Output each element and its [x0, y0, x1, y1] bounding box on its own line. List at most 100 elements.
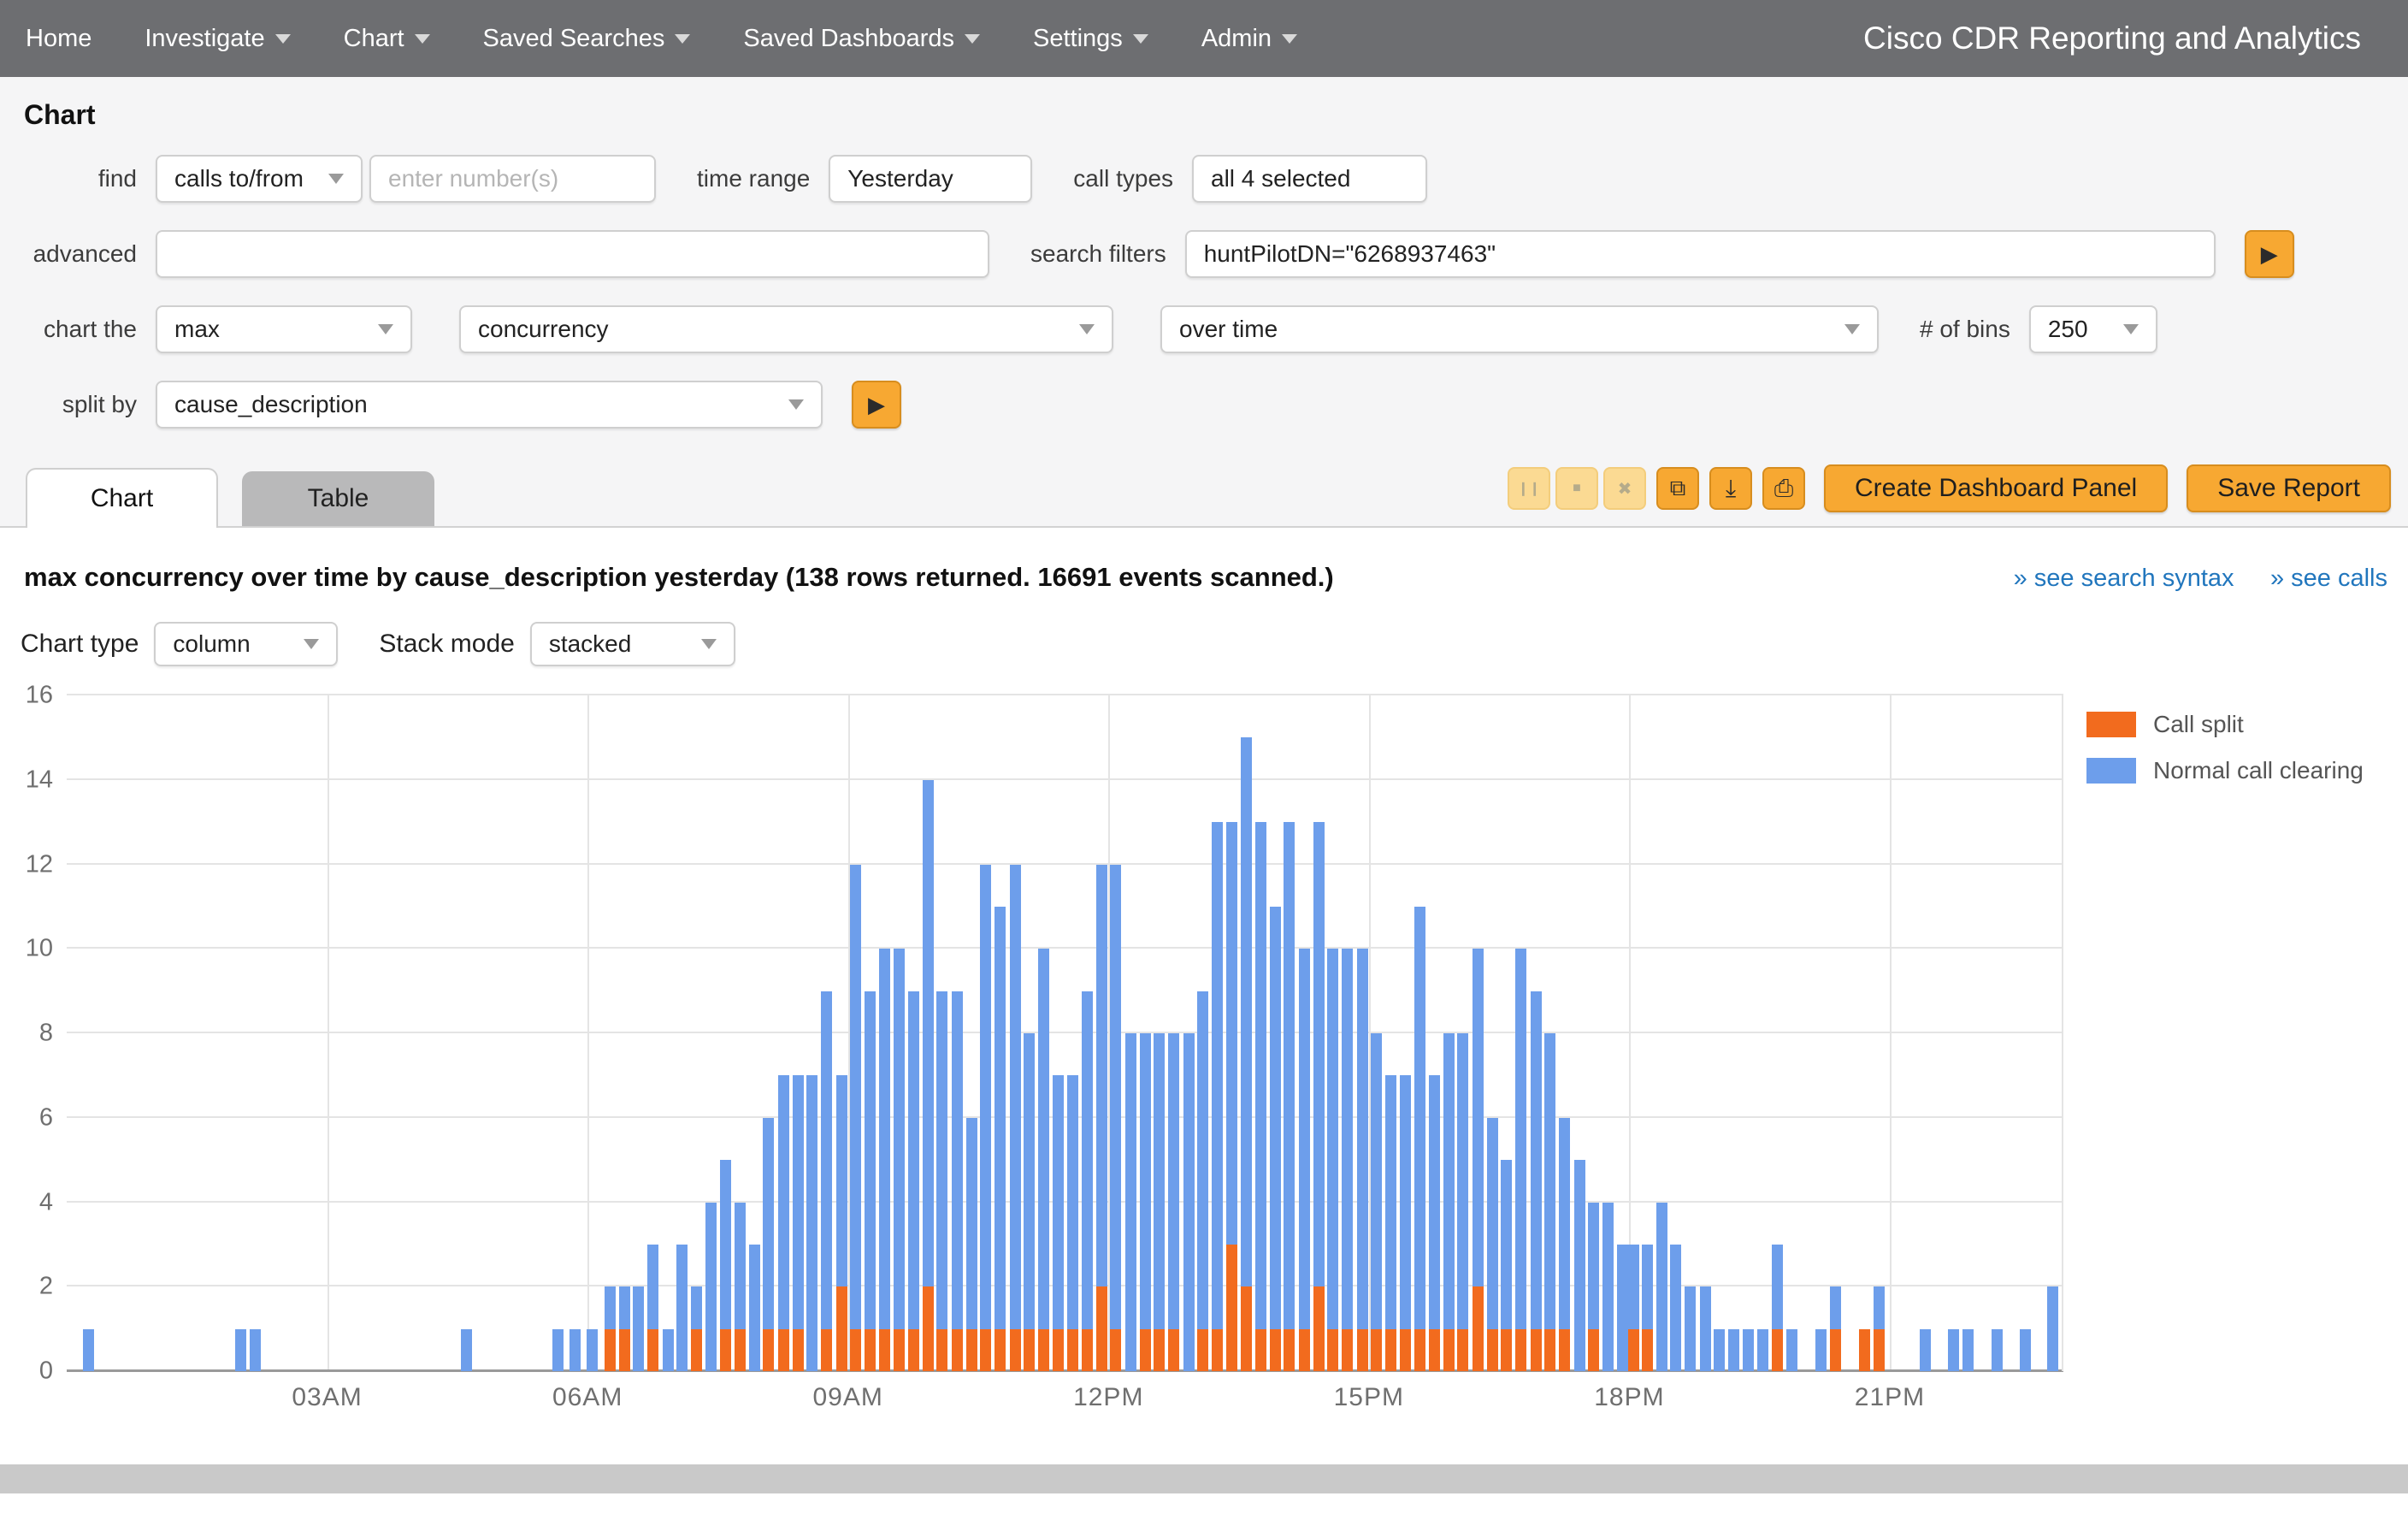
- bar-segment-normal-call-clearing[interactable]: [1656, 1203, 1667, 1372]
- bar-segment-call-split[interactable]: [1212, 1329, 1223, 1371]
- bar-segment-call-split[interactable]: [763, 1329, 774, 1371]
- chart-bar[interactable]: [461, 695, 472, 1371]
- chart-bar[interactable]: [1429, 695, 1440, 1371]
- chart-bar[interactable]: [749, 695, 760, 1371]
- chart-bar[interactable]: [836, 695, 847, 1371]
- bar-segment-normal-call-clearing[interactable]: [1574, 1160, 1585, 1371]
- bar-segment-normal-call-clearing[interactable]: [633, 1286, 644, 1371]
- apply-split-button[interactable]: ▶: [852, 381, 901, 429]
- chart-bar[interactable]: [2020, 695, 2031, 1371]
- bar-segment-normal-call-clearing[interactable]: [1642, 1245, 1653, 1329]
- bar-segment-normal-call-clearing[interactable]: [619, 1286, 630, 1328]
- bar-segment-normal-call-clearing[interactable]: [1067, 1075, 1078, 1328]
- chart-bar[interactable]: [1728, 695, 1739, 1371]
- chart-bar[interactable]: [952, 695, 963, 1371]
- bar-segment-call-split[interactable]: [1313, 1286, 1325, 1371]
- print-button[interactable]: ⎙: [1762, 467, 1805, 510]
- bar-segment-call-split[interactable]: [1357, 1329, 1368, 1371]
- chart-bar[interactable]: [1948, 695, 1959, 1371]
- bar-segment-normal-call-clearing[interactable]: [821, 991, 832, 1329]
- bar-segment-call-split[interactable]: [894, 1329, 905, 1371]
- bar-segment-call-split[interactable]: [1226, 1245, 1237, 1371]
- chart-bar[interactable]: [1053, 695, 1064, 1371]
- chart-bar[interactable]: [763, 695, 774, 1371]
- bar-segment-normal-call-clearing[interactable]: [552, 1329, 564, 1371]
- nav-item-settings[interactable]: Settings: [1033, 25, 1148, 53]
- bar-segment-normal-call-clearing[interactable]: [1299, 949, 1310, 1328]
- bar-segment-normal-call-clearing[interactable]: [676, 1245, 688, 1371]
- bar-segment-normal-call-clearing[interactable]: [1628, 1245, 1639, 1329]
- bar-segment-normal-call-clearing[interactable]: [605, 1286, 616, 1328]
- bar-segment-call-split[interactable]: [1385, 1329, 1396, 1371]
- bar-segment-normal-call-clearing[interactable]: [1140, 1033, 1151, 1329]
- chart-bar[interactable]: [1241, 695, 1252, 1371]
- chart-bar[interactable]: [605, 695, 616, 1371]
- bar-segment-call-split[interactable]: [1830, 1329, 1841, 1371]
- bar-segment-call-split[interactable]: [936, 1329, 947, 1371]
- chart-bar[interactable]: [1574, 695, 1585, 1371]
- chart-bar[interactable]: [1096, 695, 1107, 1371]
- bar-segment-call-split[interactable]: [1559, 1329, 1570, 1371]
- bar-segment-normal-call-clearing[interactable]: [1357, 949, 1368, 1328]
- bar-segment-call-split[interactable]: [1342, 1329, 1353, 1371]
- bar-segment-normal-call-clearing[interactable]: [1125, 1033, 1136, 1371]
- bar-segment-call-split[interactable]: [735, 1329, 746, 1371]
- bar-segment-normal-call-clearing[interactable]: [1700, 1286, 1711, 1371]
- nav-item-saved-searches[interactable]: Saved Searches: [483, 25, 691, 53]
- bar-segment-normal-call-clearing[interactable]: [1212, 822, 1223, 1329]
- bar-segment-normal-call-clearing[interactable]: [1670, 1245, 1681, 1371]
- bar-segment-call-split[interactable]: [1140, 1329, 1151, 1371]
- nav-item-home[interactable]: Home: [26, 25, 91, 53]
- bar-segment-normal-call-clearing[interactable]: [952, 991, 963, 1329]
- chart-bar[interactable]: [1962, 695, 1974, 1371]
- chart-bar[interactable]: [778, 695, 789, 1371]
- bar-segment-call-split[interactable]: [923, 1286, 934, 1371]
- chart-bar[interactable]: [1414, 695, 1425, 1371]
- bar-segment-normal-call-clearing[interactable]: [1992, 1329, 2003, 1371]
- chart-bar[interactable]: [1067, 695, 1078, 1371]
- chart-bar[interactable]: [1830, 695, 1841, 1371]
- bar-segment-normal-call-clearing[interactable]: [705, 1203, 717, 1372]
- find-select[interactable]: calls to/from: [156, 155, 363, 203]
- chart-bar[interactable]: [1357, 695, 1368, 1371]
- over-select[interactable]: over time: [1160, 305, 1879, 353]
- chart-bar[interactable]: [619, 695, 630, 1371]
- bar-segment-normal-call-clearing[interactable]: [850, 865, 861, 1329]
- bar-segment-normal-call-clearing[interactable]: [1024, 1033, 1035, 1329]
- bar-segment-normal-call-clearing[interactable]: [1457, 1033, 1468, 1329]
- bar-segment-normal-call-clearing[interactable]: [587, 1329, 598, 1371]
- see-calls-link[interactable]: » see calls: [2270, 565, 2387, 592]
- chart-bar[interactable]: [1700, 695, 1711, 1371]
- bar-segment-call-split[interactable]: [1255, 1329, 1266, 1371]
- stop-button[interactable]: ■: [1555, 467, 1598, 510]
- bar-segment-normal-call-clearing[interactable]: [980, 865, 991, 1329]
- chart-bar[interactable]: [1685, 695, 1696, 1371]
- chart-bar[interactable]: [1714, 695, 1725, 1371]
- bar-segment-normal-call-clearing[interactable]: [1414, 907, 1425, 1329]
- bar-segment-normal-call-clearing[interactable]: [1728, 1329, 1739, 1371]
- bar-segment-call-split[interactable]: [1457, 1329, 1468, 1371]
- bar-segment-normal-call-clearing[interactable]: [83, 1329, 94, 1371]
- bar-segment-call-split[interactable]: [1628, 1329, 1639, 1371]
- chart-bar[interactable]: [1385, 695, 1396, 1371]
- chart-bar[interactable]: [1255, 695, 1266, 1371]
- see-search-syntax-link[interactable]: » see search syntax: [2014, 565, 2234, 592]
- bar-segment-normal-call-clearing[interactable]: [1082, 991, 1093, 1329]
- bar-segment-call-split[interactable]: [994, 1329, 1006, 1371]
- advanced-input[interactable]: [156, 230, 989, 278]
- chart-bar[interactable]: [235, 695, 246, 1371]
- bar-segment-call-split[interactable]: [1642, 1329, 1653, 1371]
- bar-segment-call-split[interactable]: [1443, 1329, 1455, 1371]
- chart-bar[interactable]: [1197, 695, 1208, 1371]
- chart-bar[interactable]: [720, 695, 731, 1371]
- chart-bar[interactable]: [1515, 695, 1526, 1371]
- chart-bar[interactable]: [1443, 695, 1455, 1371]
- chart-bar[interactable]: [705, 695, 717, 1371]
- chart-bar[interactable]: [1212, 695, 1223, 1371]
- bar-segment-call-split[interactable]: [605, 1329, 616, 1371]
- chart-bar[interactable]: [806, 695, 817, 1371]
- horizontal-scrollbar[interactable]: [0, 1464, 2408, 1493]
- bar-segment-call-split[interactable]: [980, 1329, 991, 1371]
- bar-segment-normal-call-clearing[interactable]: [1053, 1075, 1064, 1328]
- bar-segment-normal-call-clearing[interactable]: [570, 1329, 581, 1371]
